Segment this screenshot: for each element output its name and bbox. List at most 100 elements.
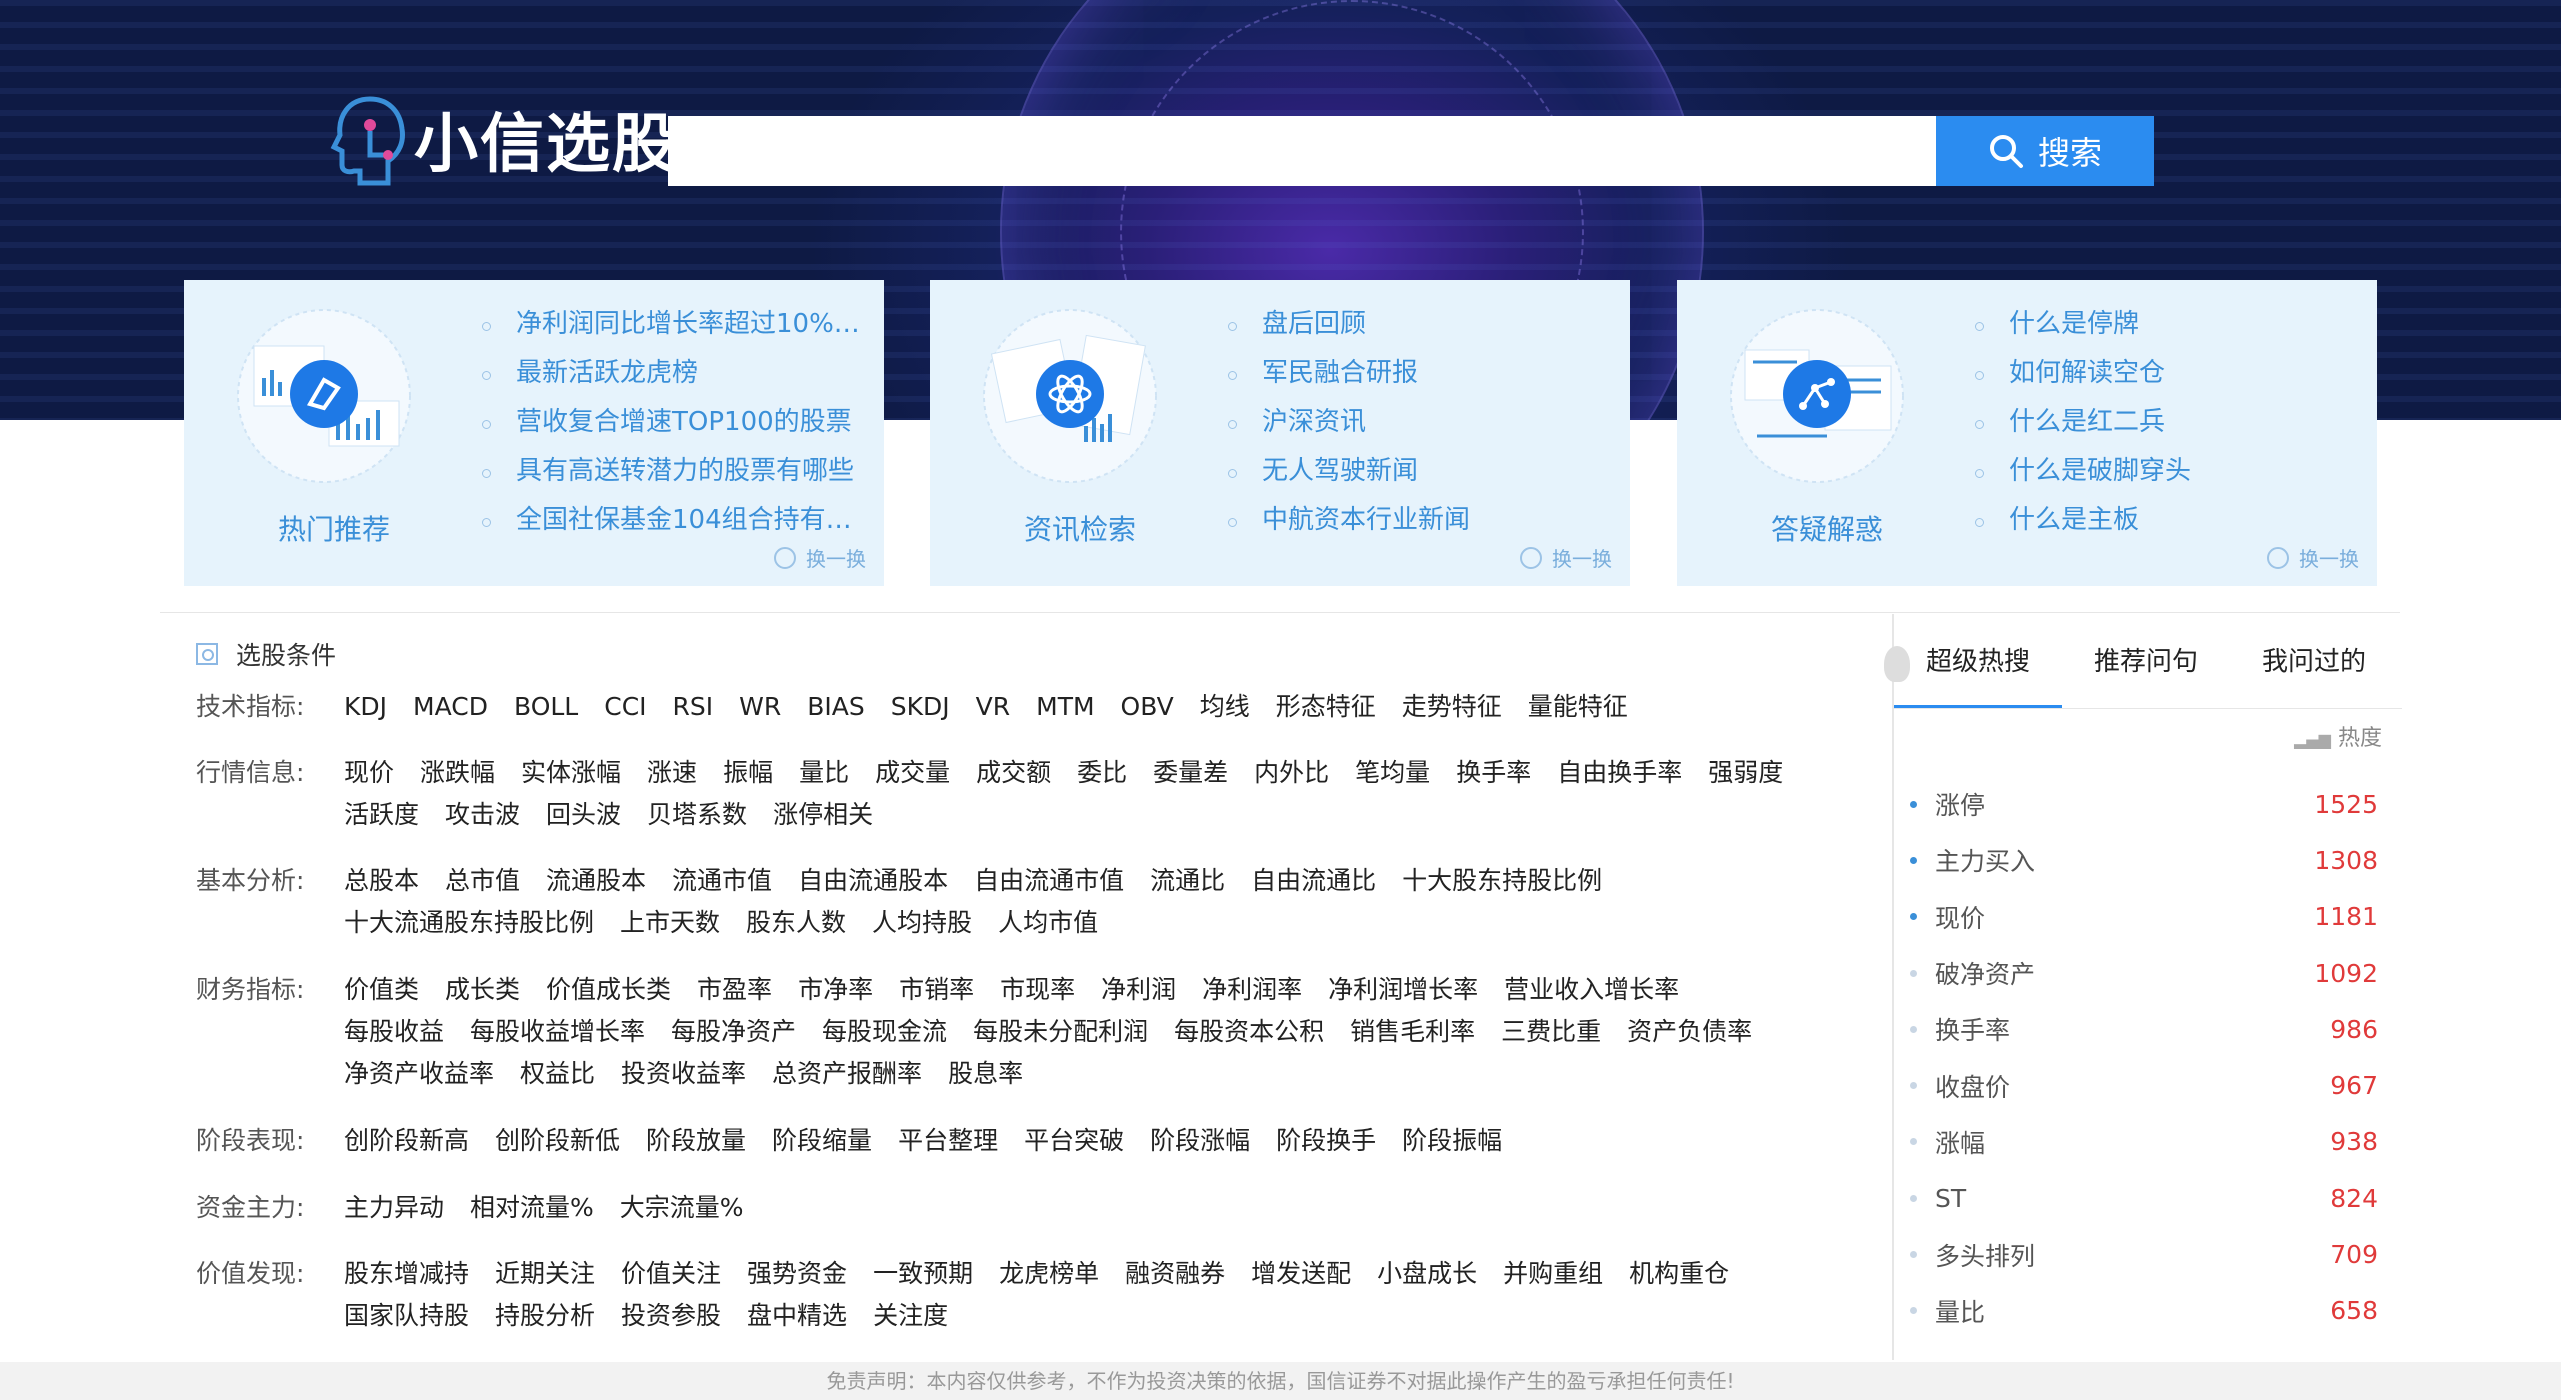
condition-item[interactable]: RSI	[673, 686, 714, 728]
condition-item[interactable]: 创阶段新低	[495, 1120, 620, 1162]
condition-item[interactable]: 价值类	[344, 969, 419, 1011]
condition-item[interactable]: WR	[739, 686, 781, 728]
refresh-button[interactable]: 换一换	[774, 543, 866, 572]
tab-super-hot[interactable]: 超级热搜	[1894, 636, 2062, 708]
condition-item[interactable]: 自由流通比	[1251, 860, 1376, 902]
list-item[interactable]: 盘后回顾	[1220, 300, 1620, 349]
condition-item[interactable]: 总市值	[445, 860, 520, 902]
condition-item[interactable]: 每股收益增长率	[470, 1011, 645, 1053]
condition-item[interactable]: 三费比重	[1501, 1011, 1601, 1053]
condition-item[interactable]: 强势资金	[747, 1253, 847, 1295]
condition-item[interactable]: 十大股东持股比例	[1402, 860, 1602, 902]
condition-item[interactable]: 市现率	[1000, 969, 1075, 1011]
condition-item[interactable]: 主力异动	[344, 1187, 444, 1229]
condition-item[interactable]: VR	[976, 686, 1010, 728]
condition-item[interactable]: 阶段涨幅	[1150, 1120, 1250, 1162]
condition-item[interactable]: 净利润率	[1202, 969, 1302, 1011]
condition-item[interactable]: 人均持股	[872, 902, 972, 944]
condition-item[interactable]: 创阶段新高	[344, 1120, 469, 1162]
list-item[interactable]: 无人驾驶新闻	[1220, 447, 1620, 496]
condition-item[interactable]: 委比	[1077, 752, 1127, 794]
condition-item[interactable]: 每股净资产	[671, 1011, 796, 1053]
condition-item[interactable]: 市盈率	[697, 969, 772, 1011]
condition-item[interactable]: 十大流通股东持股比例	[344, 902, 594, 944]
condition-item[interactable]: 阶段振幅	[1402, 1120, 1502, 1162]
tab-recommended[interactable]: 推荐问句	[2062, 636, 2230, 708]
condition-item[interactable]: 市销率	[899, 969, 974, 1011]
search-input[interactable]	[668, 116, 1936, 186]
hot-list-item[interactable]: 现价1181	[1894, 889, 2402, 945]
condition-item[interactable]: 每股收益	[344, 1011, 444, 1053]
condition-item[interactable]: 平台整理	[898, 1120, 998, 1162]
condition-item[interactable]: 攻击波	[445, 794, 520, 836]
condition-item[interactable]: CCI	[604, 686, 646, 728]
condition-item[interactable]: 成交量	[875, 752, 950, 794]
condition-item[interactable]: 净资产收益率	[344, 1053, 494, 1095]
condition-item[interactable]: 阶段缩量	[772, 1120, 872, 1162]
condition-item[interactable]: 营业收入增长率	[1504, 969, 1679, 1011]
condition-item[interactable]: 一致预期	[873, 1253, 973, 1295]
condition-item[interactable]: 涨速	[647, 752, 697, 794]
condition-item[interactable]: 近期关注	[495, 1253, 595, 1295]
condition-item[interactable]: BIAS	[807, 686, 865, 728]
refresh-button[interactable]: 换一换	[2267, 543, 2359, 572]
condition-item[interactable]: 价值成长类	[546, 969, 671, 1011]
condition-item[interactable]: 走势特征	[1402, 686, 1502, 728]
condition-item[interactable]: 每股现金流	[822, 1011, 947, 1053]
condition-item[interactable]: 笔均量	[1355, 752, 1430, 794]
condition-item[interactable]: 成长类	[445, 969, 520, 1011]
condition-item[interactable]: 融资融券	[1125, 1253, 1225, 1295]
condition-item[interactable]: 投资参股	[621, 1295, 721, 1337]
condition-item[interactable]: 量比	[799, 752, 849, 794]
condition-item[interactable]: 现价	[344, 752, 394, 794]
search-button[interactable]: 搜索	[1936, 116, 2154, 186]
condition-item[interactable]: 关注度	[873, 1295, 948, 1337]
condition-item[interactable]: 回头波	[546, 794, 621, 836]
condition-item[interactable]: 自由流通市值	[974, 860, 1124, 902]
condition-item[interactable]: 量能特征	[1528, 686, 1628, 728]
condition-item[interactable]: KDJ	[344, 686, 387, 728]
condition-item[interactable]: BOLL	[514, 686, 578, 728]
condition-item[interactable]: 流通比	[1150, 860, 1225, 902]
condition-item[interactable]: 成交额	[976, 752, 1051, 794]
condition-item[interactable]: 增发送配	[1251, 1253, 1351, 1295]
list-item[interactable]: 什么是红二兵	[1967, 398, 2367, 447]
condition-item[interactable]: 持股分析	[495, 1295, 595, 1337]
list-item[interactable]: 什么是破脚穿头	[1967, 447, 2367, 496]
hot-list-item[interactable]: 涨停1525	[1894, 776, 2402, 832]
list-item[interactable]: 净利润同比增长率超过10%且...	[474, 300, 874, 349]
condition-item[interactable]: 股息率	[948, 1053, 1023, 1095]
condition-item[interactable]: 内外比	[1254, 752, 1329, 794]
hot-list-item[interactable]: 主力买入1308	[1894, 832, 2402, 888]
condition-item[interactable]: 涨停相关	[773, 794, 873, 836]
logo[interactable]: 小信选股	[330, 84, 678, 194]
condition-item[interactable]: 自由流通股本	[798, 860, 948, 902]
hot-list-item[interactable]: 换手率986	[1894, 1001, 2402, 1057]
hot-list-item[interactable]: 涨幅938	[1894, 1114, 2402, 1170]
condition-item[interactable]: 人均市值	[998, 902, 1098, 944]
condition-item[interactable]: 机构重仓	[1629, 1253, 1729, 1295]
condition-item[interactable]: 均线	[1200, 686, 1250, 728]
list-item[interactable]: 最新活跃龙虎榜	[474, 349, 874, 398]
list-item[interactable]: 营收复合增速TOP100的股票	[474, 398, 874, 447]
list-item[interactable]: 沪深资讯	[1220, 398, 1620, 447]
condition-item[interactable]: 价值关注	[621, 1253, 721, 1295]
condition-item[interactable]: 市净率	[798, 969, 873, 1011]
condition-item[interactable]: 每股未分配利润	[973, 1011, 1148, 1053]
condition-item[interactable]: 贝塔系数	[647, 794, 747, 836]
list-item[interactable]: 军民融合研报	[1220, 349, 1620, 398]
condition-item[interactable]: 流通股本	[546, 860, 646, 902]
condition-item[interactable]: 阶段放量	[646, 1120, 746, 1162]
condition-item[interactable]: 盘中精选	[747, 1295, 847, 1337]
list-item[interactable]: 什么是主板	[1967, 496, 2367, 545]
hot-list-item[interactable]: 多头排列709	[1894, 1226, 2402, 1282]
condition-item[interactable]: 每股资本公积	[1174, 1011, 1324, 1053]
condition-item[interactable]: 自由换手率	[1557, 752, 1682, 794]
condition-item[interactable]: 实体涨幅	[521, 752, 621, 794]
list-item[interactable]: 具有高送转潜力的股票有哪些	[474, 447, 874, 496]
condition-item[interactable]: 大宗流量%	[620, 1187, 744, 1229]
condition-item[interactable]: 振幅	[723, 752, 773, 794]
condition-item[interactable]: 销售毛利率	[1350, 1011, 1475, 1053]
condition-item[interactable]: MTM	[1036, 686, 1094, 728]
condition-item[interactable]: MACD	[413, 686, 488, 728]
